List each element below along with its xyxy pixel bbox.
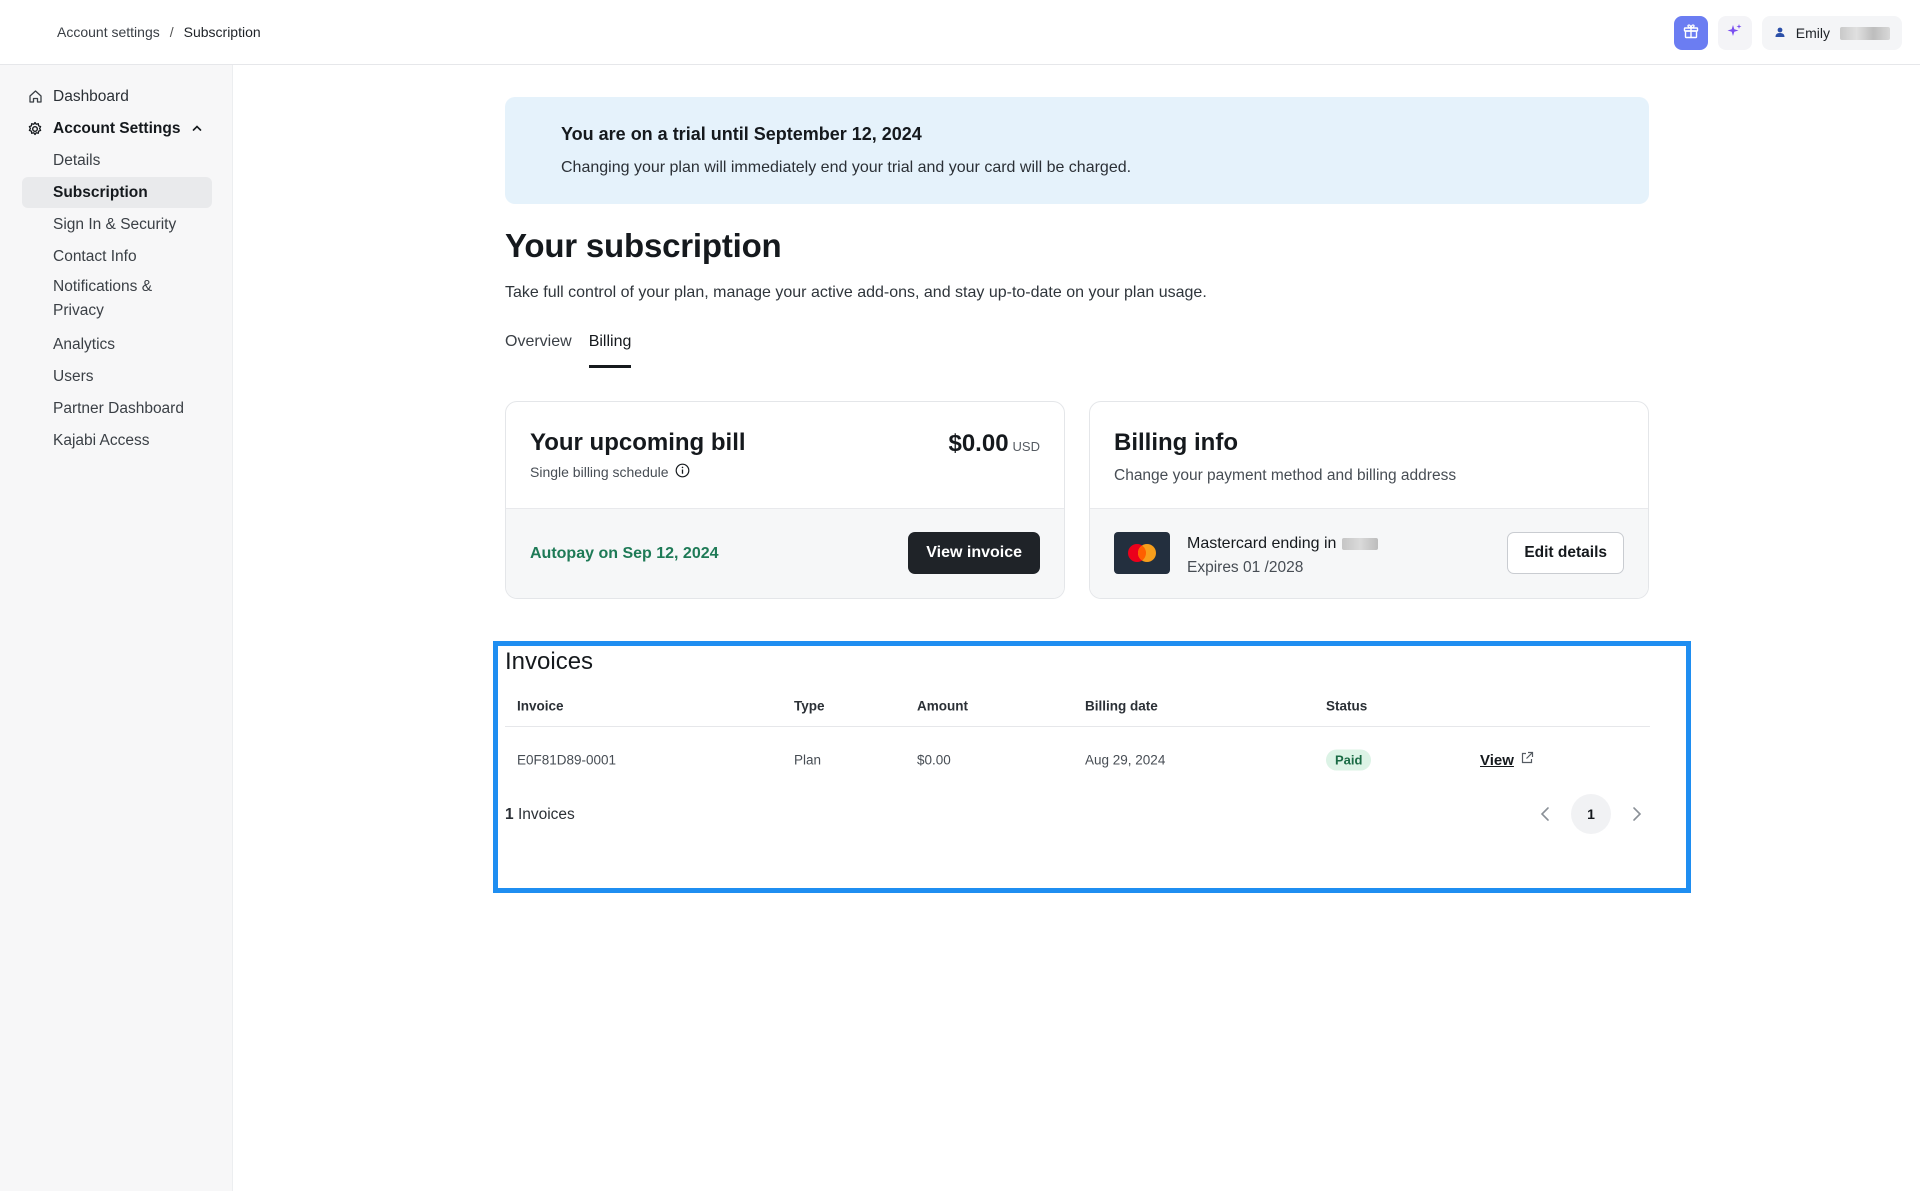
card-details: Mastercard ending in Expires 01 /2028 <box>1187 535 1379 577</box>
breadcrumb-current: Subscription <box>183 24 261 40</box>
view-invoice-button[interactable]: View invoice <box>908 532 1040 574</box>
user-icon <box>1774 25 1786 41</box>
billing-info-footer: Mastercard ending in Expires 01 /2028 Ed… <box>1090 508 1648 598</box>
sidebar-item-label: Notifications & <box>53 278 153 295</box>
billing-info-subtitle: Change your payment method and billing a… <box>1114 467 1457 484</box>
chevron-up-icon <box>192 120 202 138</box>
table-row: E0F81D89-0001 Plan $0.00 Aug 29, 2024 Pa… <box>505 727 1650 793</box>
trial-title: You are on a trial until September 12, 2… <box>561 124 922 144</box>
sidebar-item-label: Subscription <box>53 183 148 201</box>
column-header-billing-date: Billing date <box>1085 698 1158 714</box>
invoice-number: E0F81D89-0001 <box>517 752 617 768</box>
view-invoice-link[interactable]: View <box>1480 751 1534 769</box>
sidebar-item-label-line2: Privacy <box>53 302 104 319</box>
invoices-count-number: 1 <box>505 806 514 823</box>
column-header-invoice: Invoice <box>517 698 564 714</box>
breadcrumb-parent[interactable]: Account settings <box>57 24 160 40</box>
sidebar-item-sign-in-security[interactable]: Sign In & Security <box>22 209 212 240</box>
breadcrumb-separator: / <box>169 24 174 40</box>
invoice-date: Aug 29, 2024 <box>1085 752 1166 768</box>
sidebar-item-label: Partner Dashboard <box>53 399 184 417</box>
ai-assistant-button[interactable] <box>1717 16 1752 50</box>
user-menu[interactable]: Emily <box>1761 16 1902 50</box>
card-ending-label: Mastercard ending in <box>1187 535 1337 552</box>
sidebar-item-label: Kajabi Access <box>53 431 150 449</box>
pagination: 1 <box>1531 794 1651 834</box>
autopay-date: Autopay on Sep 12, 2024 <box>530 545 719 562</box>
invoices-count-label: Invoices <box>517 806 575 823</box>
sidebar-item-label: Analytics <box>53 335 116 353</box>
sparkle-icon <box>1727 23 1743 44</box>
sidebar-item-notifications-privacy[interactable]: Notifications & Privacy <box>22 273 212 325</box>
sidebar-item-analytics[interactable]: Analytics <box>22 329 212 360</box>
sidebar-item-label: Contact Info <box>53 247 137 265</box>
bill-amount: $0.00 USD <box>948 430 1040 458</box>
sidebar: Dashboard Account Settings Details Subsc… <box>0 65 233 1191</box>
sidebar-item-label: Details <box>53 151 101 169</box>
home-icon <box>27 89 43 105</box>
upcoming-bill-footer: Autopay on Sep 12, 2024 View invoice <box>506 508 1064 598</box>
trial-banner: You are on a trial until September 12, 2… <box>505 97 1649 204</box>
sidebar-item-subscription[interactable]: Subscription <box>22 177 212 208</box>
invoices-title: Invoices <box>505 648 594 675</box>
column-header-amount: Amount <box>917 698 968 714</box>
user-name: Emily <box>1795 25 1830 41</box>
invoices-count: 1 Invoices <box>505 806 575 824</box>
sidebar-item-dashboard[interactable]: Dashboard <box>22 81 212 112</box>
top-actions: Emily <box>1673 16 1902 50</box>
trial-text: Changing your plan will immediately end … <box>561 159 1132 176</box>
column-header-status: Status <box>1326 698 1368 714</box>
info-icon[interactable] <box>675 463 690 481</box>
status-badge: Paid <box>1326 749 1372 771</box>
chevron-left-icon[interactable] <box>1531 800 1559 828</box>
billing-schedule-label: Single billing schedule <box>530 464 669 480</box>
mastercard-icon <box>1114 532 1170 574</box>
card-ending: Mastercard ending in <box>1187 535 1379 553</box>
redacted-card-digits <box>1342 538 1379 550</box>
page-title: Your subscription <box>505 227 782 264</box>
gift-icon <box>1682 22 1700 45</box>
bill-amount-currency: USD <box>1012 439 1040 454</box>
billing-info-title: Billing info <box>1114 429 1238 456</box>
sidebar-item-account-settings[interactable]: Account Settings <box>22 113 212 144</box>
upcoming-bill-header: Your upcoming bill Single billing schedu… <box>506 402 1064 508</box>
tabs: Overview Billing <box>505 333 632 368</box>
invoices-table-header: Invoice Type Amount Billing date Status <box>505 686 1650 727</box>
sidebar-item-details[interactable]: Details <box>22 145 212 176</box>
gear-icon <box>27 121 43 137</box>
view-link-label: View <box>1480 751 1514 769</box>
sidebar-item-label: Dashboard <box>53 87 129 105</box>
invoice-amount: $0.00 <box>917 752 951 768</box>
column-header-type: Type <box>794 698 825 714</box>
billing-info-header: Billing info Change your payment method … <box>1090 402 1648 508</box>
bill-amount-value: $0.00 <box>948 430 1009 457</box>
upcoming-bill-card: Your upcoming bill Single billing schedu… <box>505 401 1065 599</box>
top-bar: Account settings / Subscription Emily <box>0 0 1920 65</box>
sidebar-item-contact-info[interactable]: Contact Info <box>22 241 212 272</box>
external-link-icon <box>1520 751 1534 769</box>
page-number[interactable]: 1 <box>1571 794 1611 834</box>
invoice-type: Plan <box>794 752 822 768</box>
sidebar-item-label: Account Settings <box>53 119 181 137</box>
sidebar-item-partner-dashboard[interactable]: Partner Dashboard <box>22 393 212 424</box>
breadcrumb: Account settings / Subscription <box>57 24 261 40</box>
tab-billing[interactable]: Billing <box>588 333 632 368</box>
sidebar-item-users[interactable]: Users <box>22 361 212 392</box>
card-expiry: Expires 01 /2028 <box>1187 559 1304 576</box>
page-description: Take full control of your plan, manage y… <box>505 284 1207 301</box>
redacted-surname <box>1840 26 1890 40</box>
edit-details-button[interactable]: Edit details <box>1507 532 1624 574</box>
invoices-table: Invoice Type Amount Billing date Status … <box>505 686 1650 793</box>
tab-overview[interactable]: Overview <box>505 333 572 368</box>
sidebar-item-label: Users <box>53 367 94 385</box>
billing-schedule: Single billing schedule <box>530 463 1040 481</box>
chevron-right-icon[interactable] <box>1623 800 1651 828</box>
sidebar-item-kajabi-access[interactable]: Kajabi Access <box>22 425 212 456</box>
billing-info-card: Billing info Change your payment method … <box>1089 401 1649 599</box>
gift-button[interactable] <box>1673 16 1708 50</box>
sidebar-item-label: Sign In & Security <box>53 215 177 233</box>
